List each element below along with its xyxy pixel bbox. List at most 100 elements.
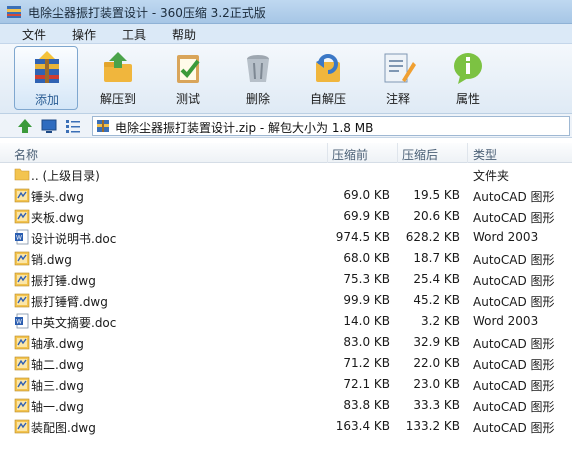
column-size[interactable]: 压缩前 xyxy=(328,143,398,163)
title-bar: 电除尘器振打装置设计 - 360压缩 3.2正式版 xyxy=(0,0,572,24)
file-row[interactable]: 销.dwg 68.0 KB 18.7 KB AutoCAD 图形 xyxy=(0,248,572,269)
file-row[interactable]: W 中英文摘要.doc 14.0 KB 3.2 KB Word 2003 xyxy=(0,311,572,332)
file-size: 68.0 KB xyxy=(343,251,390,265)
self-extract-button[interactable]: 自解压 xyxy=(296,46,360,110)
dwg-file-icon xyxy=(14,397,30,413)
file-type: AutoCAD 图形 xyxy=(473,379,555,393)
file-type: AutoCAD 图形 xyxy=(473,358,555,372)
file-type: AutoCAD 图形 xyxy=(473,253,555,267)
comment-button[interactable]: 注释 xyxy=(366,46,430,110)
column-compressed[interactable]: 压缩后 xyxy=(398,143,468,163)
extract-to-button[interactable]: 解压到 xyxy=(86,46,150,110)
dwg-file-icon xyxy=(14,271,30,287)
file-compressed-size: 133.2 KB xyxy=(405,419,460,433)
file-compressed-size: 33.3 KB xyxy=(413,398,460,412)
toolbar: 添加 解压到 测试 删除 自解压 注释 属性 xyxy=(0,44,572,114)
dwg-file-icon xyxy=(14,334,30,350)
file-name: 设计说明书.doc xyxy=(31,232,117,246)
file-name: 装配图.dwg xyxy=(31,421,96,435)
file-row[interactable]: 轴一.dwg 83.8 KB 33.3 KB AutoCAD 图形 xyxy=(0,395,572,416)
file-name: 锤头.dwg xyxy=(31,190,84,204)
menu-help[interactable]: 帮助 xyxy=(172,26,196,43)
add-button[interactable]: 添加 xyxy=(14,46,78,110)
file-type: AutoCAD 图形 xyxy=(473,274,555,288)
menu-tools[interactable]: 工具 xyxy=(122,26,146,43)
file-size: 14.0 KB xyxy=(343,314,390,328)
file-compressed-size: 22.0 KB xyxy=(413,356,460,370)
dwg-file-icon xyxy=(14,355,30,371)
up-arrow-icon[interactable] xyxy=(16,117,34,135)
properties-icon xyxy=(454,53,482,84)
file-type: AutoCAD 图形 xyxy=(473,295,555,309)
file-compressed-size: 19.5 KB xyxy=(413,188,460,202)
file-compressed-size: 3.2 KB xyxy=(421,314,460,328)
comment-icon xyxy=(384,53,416,83)
file-size: 83.0 KB xyxy=(343,335,390,349)
word-file-icon: W xyxy=(14,229,30,245)
svg-text:W: W xyxy=(16,319,22,326)
extract-to-icon xyxy=(104,52,132,82)
file-compressed-size: 32.9 KB xyxy=(413,335,460,349)
menu-file[interactable]: 文件 xyxy=(22,26,46,43)
file-type: AutoCAD 图形 xyxy=(473,400,555,414)
self-extract-icon xyxy=(316,54,340,82)
window-title: 电除尘器振打装置设计 - 360压缩 3.2正式版 xyxy=(28,6,266,20)
view-list-icon[interactable] xyxy=(64,117,82,135)
file-size: 974.5 KB xyxy=(335,230,390,244)
desktop-icon[interactable] xyxy=(40,117,58,135)
file-type: AutoCAD 图形 xyxy=(473,190,555,204)
file-type: AutoCAD 图形 xyxy=(473,421,555,435)
file-size: 72.1 KB xyxy=(343,377,390,391)
file-name: 中英文摘要.doc xyxy=(31,316,117,330)
delete-button[interactable]: 删除 xyxy=(226,46,290,110)
archive-app-icon xyxy=(7,6,21,18)
dwg-file-icon xyxy=(14,418,30,434)
column-name[interactable]: 名称 xyxy=(0,143,328,163)
file-type: AutoCAD 图形 xyxy=(473,211,555,225)
file-name: 振打锤.dwg xyxy=(31,274,96,288)
file-compressed-size: 45.2 KB xyxy=(413,293,460,307)
menu-bar: 文件 操作 工具 帮助 xyxy=(0,24,572,44)
file-compressed-size: 23.0 KB xyxy=(413,377,460,391)
file-size: 69.0 KB xyxy=(343,188,390,202)
file-size: 163.4 KB xyxy=(335,419,390,433)
dwg-file-icon xyxy=(14,187,30,203)
file-size: 69.9 KB xyxy=(343,209,390,223)
file-size: 71.2 KB xyxy=(343,356,390,370)
file-type: Word 2003 xyxy=(473,230,539,244)
dwg-file-icon xyxy=(14,250,30,266)
file-row[interactable]: 锤头.dwg 69.0 KB 19.5 KB AutoCAD 图形 xyxy=(0,185,572,206)
file-type: Word 2003 xyxy=(473,314,539,328)
file-row[interactable]: 轴二.dwg 71.2 KB 22.0 KB AutoCAD 图形 xyxy=(0,353,572,374)
file-row[interactable]: W 设计说明书.doc 974.5 KB 628.2 KB Word 2003 xyxy=(0,227,572,248)
file-compressed-size: 628.2 KB xyxy=(405,230,460,244)
file-name: 轴承.dwg xyxy=(31,337,84,351)
file-type: AutoCAD 图形 xyxy=(473,337,555,351)
file-name: 振打锤臂.dwg xyxy=(31,295,108,309)
file-name: 轴三.dwg xyxy=(31,379,84,393)
file-name: .. (上级目录) xyxy=(31,169,100,183)
file-row[interactable]: .. (上级目录) 文件夹 xyxy=(0,164,572,185)
address-field[interactable]: 电除尘器振打装置设计.zip - 解包大小为 1.8 MB xyxy=(92,116,570,136)
dwg-file-icon xyxy=(14,292,30,308)
properties-button[interactable]: 属性 xyxy=(436,46,500,110)
file-row[interactable]: 轴承.dwg 83.0 KB 32.9 KB AutoCAD 图形 xyxy=(0,332,572,353)
file-name: 轴二.dwg xyxy=(31,358,84,372)
file-row[interactable]: 轴三.dwg 72.1 KB 23.0 KB AutoCAD 图形 xyxy=(0,374,572,395)
svg-text:W: W xyxy=(16,235,22,242)
word-file-icon: W xyxy=(14,313,30,329)
file-name: 销.dwg xyxy=(31,253,72,267)
menu-operation[interactable]: 操作 xyxy=(72,26,96,43)
file-row[interactable]: 装配图.dwg 163.4 KB 133.2 KB AutoCAD 图形 xyxy=(0,416,572,437)
file-row[interactable]: 振打锤臂.dwg 99.9 KB 45.2 KB AutoCAD 图形 xyxy=(0,290,572,311)
file-size: 75.3 KB xyxy=(343,272,390,286)
column-type[interactable]: 类型 xyxy=(468,143,572,163)
file-compressed-size: 20.6 KB xyxy=(413,209,460,223)
file-row[interactable]: 振打锤.dwg 75.3 KB 25.4 KB AutoCAD 图形 xyxy=(0,269,572,290)
delete-icon xyxy=(247,55,269,82)
file-row[interactable]: 夹板.dwg 69.9 KB 20.6 KB AutoCAD 图形 xyxy=(0,206,572,227)
file-list-header: 名称 压缩前 压缩后 类型 xyxy=(0,143,572,163)
test-button[interactable]: 测试 xyxy=(156,46,220,110)
file-name: 夹板.dwg xyxy=(31,211,84,225)
file-name: 轴一.dwg xyxy=(31,400,84,414)
